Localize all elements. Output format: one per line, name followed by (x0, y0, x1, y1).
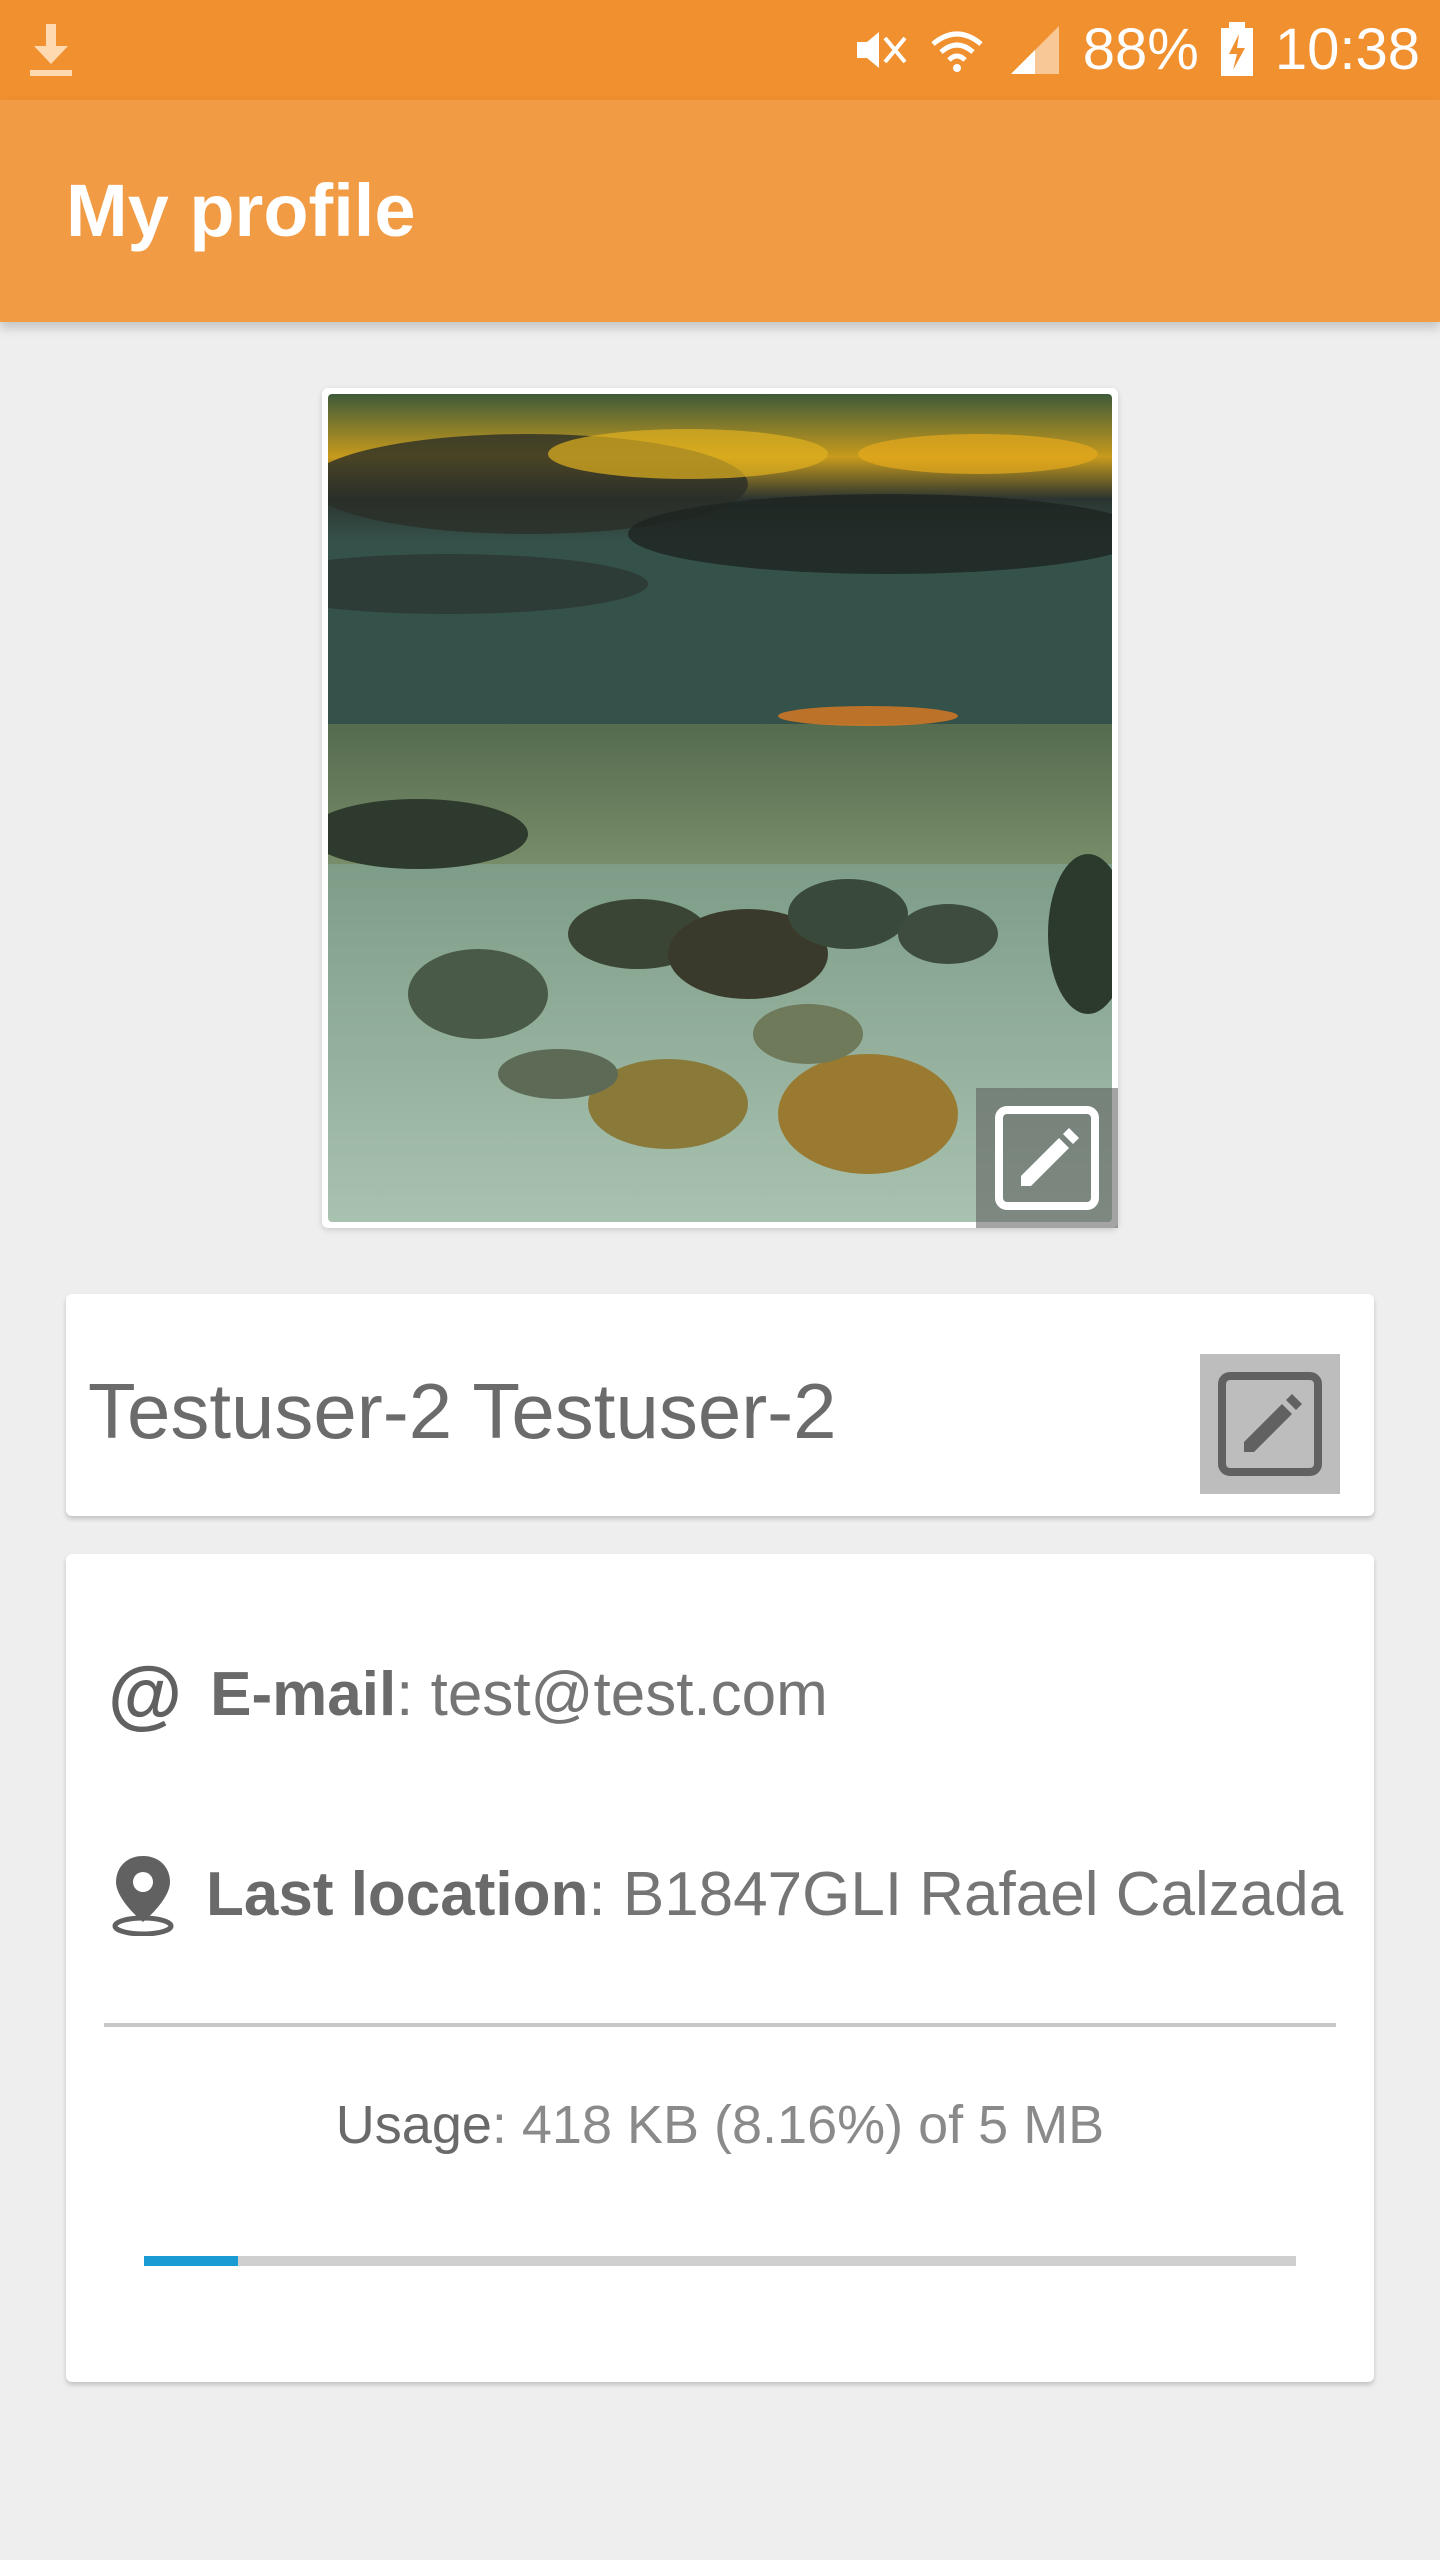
location-label: Last location (206, 1859, 589, 1929)
divider (104, 2023, 1336, 2027)
profile-photo-frame (322, 388, 1118, 1228)
edit-photo-button[interactable] (976, 1088, 1118, 1228)
battery-percent: 88% (1082, 17, 1199, 82)
email-label: E-mail (210, 1659, 397, 1729)
clock: 10:38 (1274, 17, 1420, 82)
usage-progress-bar (144, 2256, 1296, 2266)
app-bar: My profile (0, 100, 1440, 322)
usage-text: Usage: 418 KB (8.16%) of 5 MB (66, 2094, 1374, 2156)
info-card: @ E-mail: test@test.com Last location: B… (66, 1554, 1374, 2382)
usage-value: : 418 KB (8.16%) of 5 MB (491, 2095, 1105, 2155)
email-value: : test@test.com (396, 1659, 828, 1729)
edit-icon (1218, 1372, 1322, 1476)
location-row: Last location: B1847GLI Rafael Calzada (108, 1844, 1343, 1944)
location-pin-icon (112, 1856, 174, 1936)
download-icon (28, 24, 74, 78)
signal-icon (1010, 26, 1059, 74)
at-icon: @ (108, 1651, 183, 1737)
status-bar: 88% 10:38 (0, 0, 1440, 100)
email-row: @ E-mail: test@test.com (108, 1644, 828, 1744)
usage-progress-fill (144, 2256, 238, 2266)
wifi-icon (931, 31, 983, 72)
profile-name: Testuser-2 Testuser-2 (88, 1367, 837, 1455)
battery-charging-icon (1220, 22, 1253, 76)
edit-name-button[interactable] (1200, 1354, 1340, 1494)
name-card: Testuser-2 Testuser-2 (66, 1294, 1374, 1516)
location-value: : B1847GLI Rafael Calzada (588, 1859, 1344, 1929)
page-title: My profile (66, 169, 416, 252)
mute-icon (856, 32, 907, 68)
edit-icon (995, 1106, 1099, 1210)
usage-label: Usage (335, 2095, 492, 2155)
